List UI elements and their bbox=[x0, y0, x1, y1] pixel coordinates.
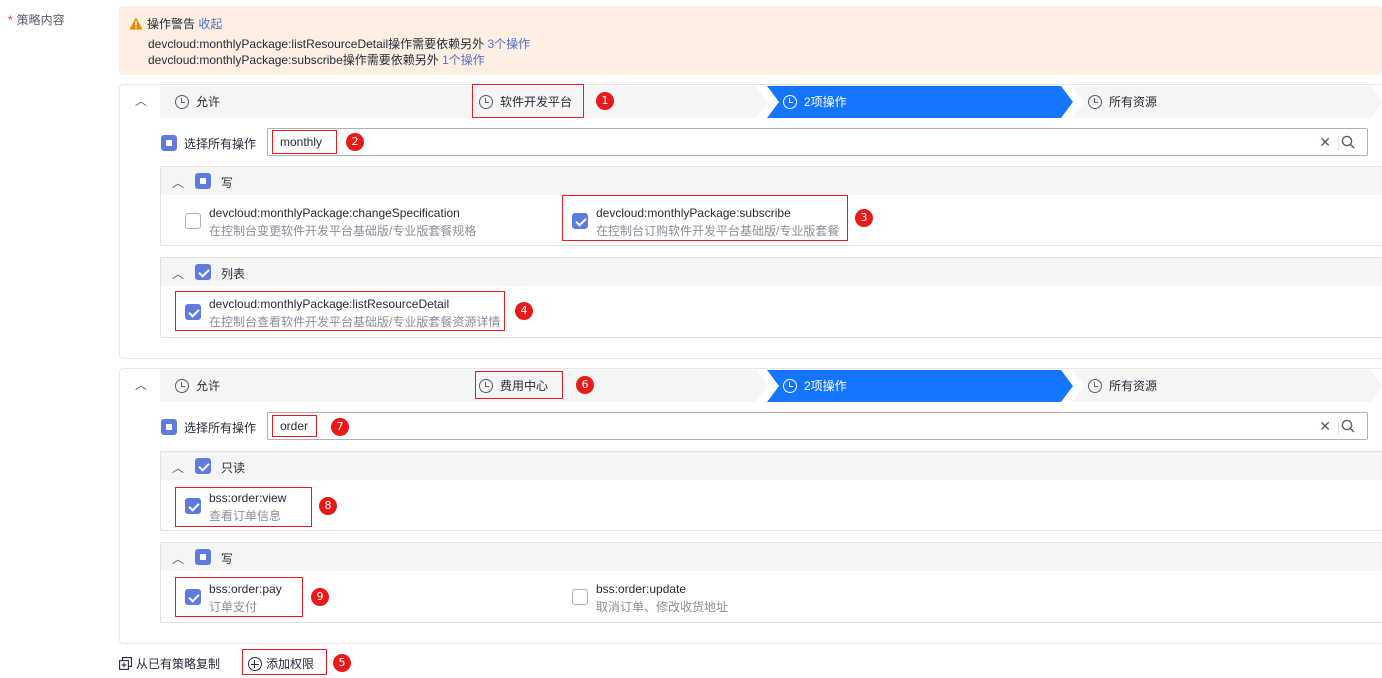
clock-icon bbox=[175, 379, 189, 393]
action-search-input[interactable]: monthly ✕ bbox=[267, 128, 1368, 156]
copy-icon bbox=[119, 657, 132, 670]
annotation-marker-2: 2 bbox=[346, 133, 364, 151]
copy-from-policy-button[interactable]: 从已有策略复制 bbox=[119, 655, 220, 672]
annotation-marker-5: 5 bbox=[333, 654, 351, 672]
group-header: ︿ 列表 bbox=[161, 258, 1382, 286]
annotation-box bbox=[175, 577, 303, 617]
annotation-marker-6: 6 bbox=[576, 376, 594, 394]
warning-line-1-text: devcloud:monthlyPackage:listResourceDeta… bbox=[148, 37, 485, 51]
select-all-label: 选择所有操作 bbox=[184, 137, 257, 151]
action-search-input[interactable]: order ✕ bbox=[267, 412, 1368, 440]
action-checkbox[interactable] bbox=[572, 589, 588, 605]
annotation-marker-7: 7 bbox=[331, 418, 349, 436]
action-group-readonly: ︿ 只读 bss:order:view 查看订单信息 bbox=[160, 451, 1382, 531]
annotation-box bbox=[242, 649, 327, 675]
group-checkbox[interactable] bbox=[195, 549, 211, 565]
step-effect[interactable]: 允许 bbox=[160, 86, 480, 118]
warning-line-2: devcloud:monthlyPackage:subscribe操作需要依赖另… bbox=[148, 51, 485, 68]
annotation-marker-8: 8 bbox=[319, 497, 337, 515]
group-name: 写 bbox=[221, 176, 234, 190]
select-all-label: 选择所有操作 bbox=[184, 421, 257, 435]
annotation-box bbox=[272, 415, 317, 437]
annotation-box bbox=[475, 371, 563, 399]
annotation-box bbox=[272, 130, 337, 154]
dependency-link-1[interactable]: 3个操作 bbox=[487, 37, 530, 51]
group-checkbox[interactable] bbox=[195, 458, 211, 474]
annotation-box bbox=[175, 291, 505, 331]
search-icon[interactable] bbox=[1341, 135, 1355, 149]
annotation-marker-1: 1 bbox=[596, 92, 614, 110]
operation-warning: 操作警告 收起 devcloud:monthlyPackage:listReso… bbox=[119, 6, 1382, 75]
annotation-marker-9: 9 bbox=[311, 588, 329, 606]
step-actions[interactable]: 2项操作 bbox=[767, 370, 1073, 402]
annotation-box bbox=[562, 195, 848, 241]
warning-title: 操作警告 bbox=[147, 17, 196, 31]
chevron-up-icon[interactable]: ︿ bbox=[172, 550, 184, 567]
chevron-up-icon[interactable]: ︿ bbox=[134, 94, 148, 108]
step-effect[interactable]: 允许 bbox=[160, 370, 480, 402]
warning-icon bbox=[129, 17, 143, 30]
copy-from-policy-label: 从已有策略复制 bbox=[136, 657, 221, 671]
group-name: 列表 bbox=[221, 267, 246, 281]
step-resources-label: 所有资源 bbox=[1109, 379, 1158, 393]
chevron-up-icon[interactable]: ︿ bbox=[172, 459, 184, 476]
clock-icon bbox=[1088, 379, 1102, 393]
step-resources[interactable]: 所有资源 bbox=[1072, 86, 1382, 118]
annotation-marker-4: 4 bbox=[515, 302, 533, 320]
clock-icon bbox=[1088, 95, 1102, 109]
clock-icon bbox=[175, 95, 189, 109]
policy-content-label: * 策略内容 bbox=[8, 11, 65, 28]
clock-icon bbox=[783, 95, 797, 109]
group-header: ︿ 写 bbox=[161, 543, 1382, 571]
group-name: 只读 bbox=[221, 461, 246, 475]
select-all-checkbox[interactable] bbox=[161, 135, 177, 151]
chevron-up-icon[interactable]: ︿ bbox=[172, 174, 184, 191]
group-checkbox[interactable] bbox=[195, 264, 211, 280]
search-icon[interactable] bbox=[1341, 419, 1355, 433]
step-resources-label: 所有资源 bbox=[1109, 95, 1158, 109]
warning-line-1: devcloud:monthlyPackage:listResourceDeta… bbox=[148, 35, 530, 52]
action-name: bss:order:update bbox=[596, 582, 687, 596]
policy-step-bar: 允许 费用中心 2项操作 所有资源 bbox=[160, 370, 1382, 402]
close-icon[interactable]: ✕ bbox=[1319, 134, 1331, 151]
chevron-up-icon[interactable]: ︿ bbox=[134, 378, 148, 392]
select-all-checkbox[interactable] bbox=[161, 419, 177, 435]
action-desc: 在控制台变更软件开发平台基础版/专业版套餐规格 bbox=[209, 224, 477, 238]
chevron-up-icon[interactable]: ︿ bbox=[172, 265, 184, 282]
collapse-warning-link[interactable]: 收起 bbox=[198, 17, 222, 31]
warning-line-2-text: devcloud:monthlyPackage:subscribe操作需要依赖另… bbox=[148, 53, 439, 67]
close-icon[interactable]: ✕ bbox=[1319, 418, 1331, 435]
annotation-marker-3: 3 bbox=[855, 209, 873, 227]
divider bbox=[1338, 136, 1339, 150]
policy-step-bar: 允许 软件开发平台 2项操作 所有资源 bbox=[160, 86, 1382, 118]
action-name: devcloud:monthlyPackage:changeSpecificat… bbox=[209, 206, 460, 220]
annotation-box bbox=[175, 487, 312, 527]
step-actions[interactable]: 2项操作 bbox=[767, 86, 1073, 118]
action-item: devcloud:monthlyPackage:changeSpecificat… bbox=[209, 206, 476, 239]
action-desc: 取消订单、修改收货地址 bbox=[596, 600, 729, 614]
step-resources[interactable]: 所有资源 bbox=[1072, 370, 1382, 402]
clock-icon bbox=[783, 379, 797, 393]
step-actions-label: 2项操作 bbox=[804, 379, 847, 393]
dependency-link-2[interactable]: 1个操作 bbox=[442, 53, 485, 67]
step-effect-label: 允许 bbox=[196, 379, 221, 393]
group-header: ︿ 写 bbox=[161, 167, 1382, 195]
form-label-text: 策略内容 bbox=[16, 13, 65, 27]
divider bbox=[1338, 420, 1339, 434]
action-group-write: ︿ 写 bss:order:pay 订单支付 bss:order:update … bbox=[160, 542, 1382, 623]
step-actions-label: 2项操作 bbox=[804, 95, 847, 109]
annotation-box bbox=[472, 84, 584, 118]
group-name: 写 bbox=[221, 552, 234, 566]
required-mark: * bbox=[8, 13, 13, 27]
group-header: ︿ 只读 bbox=[161, 452, 1382, 480]
warning-title-row: 操作警告 收起 bbox=[129, 15, 222, 32]
step-effect-label: 允许 bbox=[196, 95, 221, 109]
action-checkbox[interactable] bbox=[185, 213, 201, 229]
action-item: bss:order:update 取消订单、修改收货地址 bbox=[596, 582, 728, 615]
group-checkbox[interactable] bbox=[195, 173, 211, 189]
